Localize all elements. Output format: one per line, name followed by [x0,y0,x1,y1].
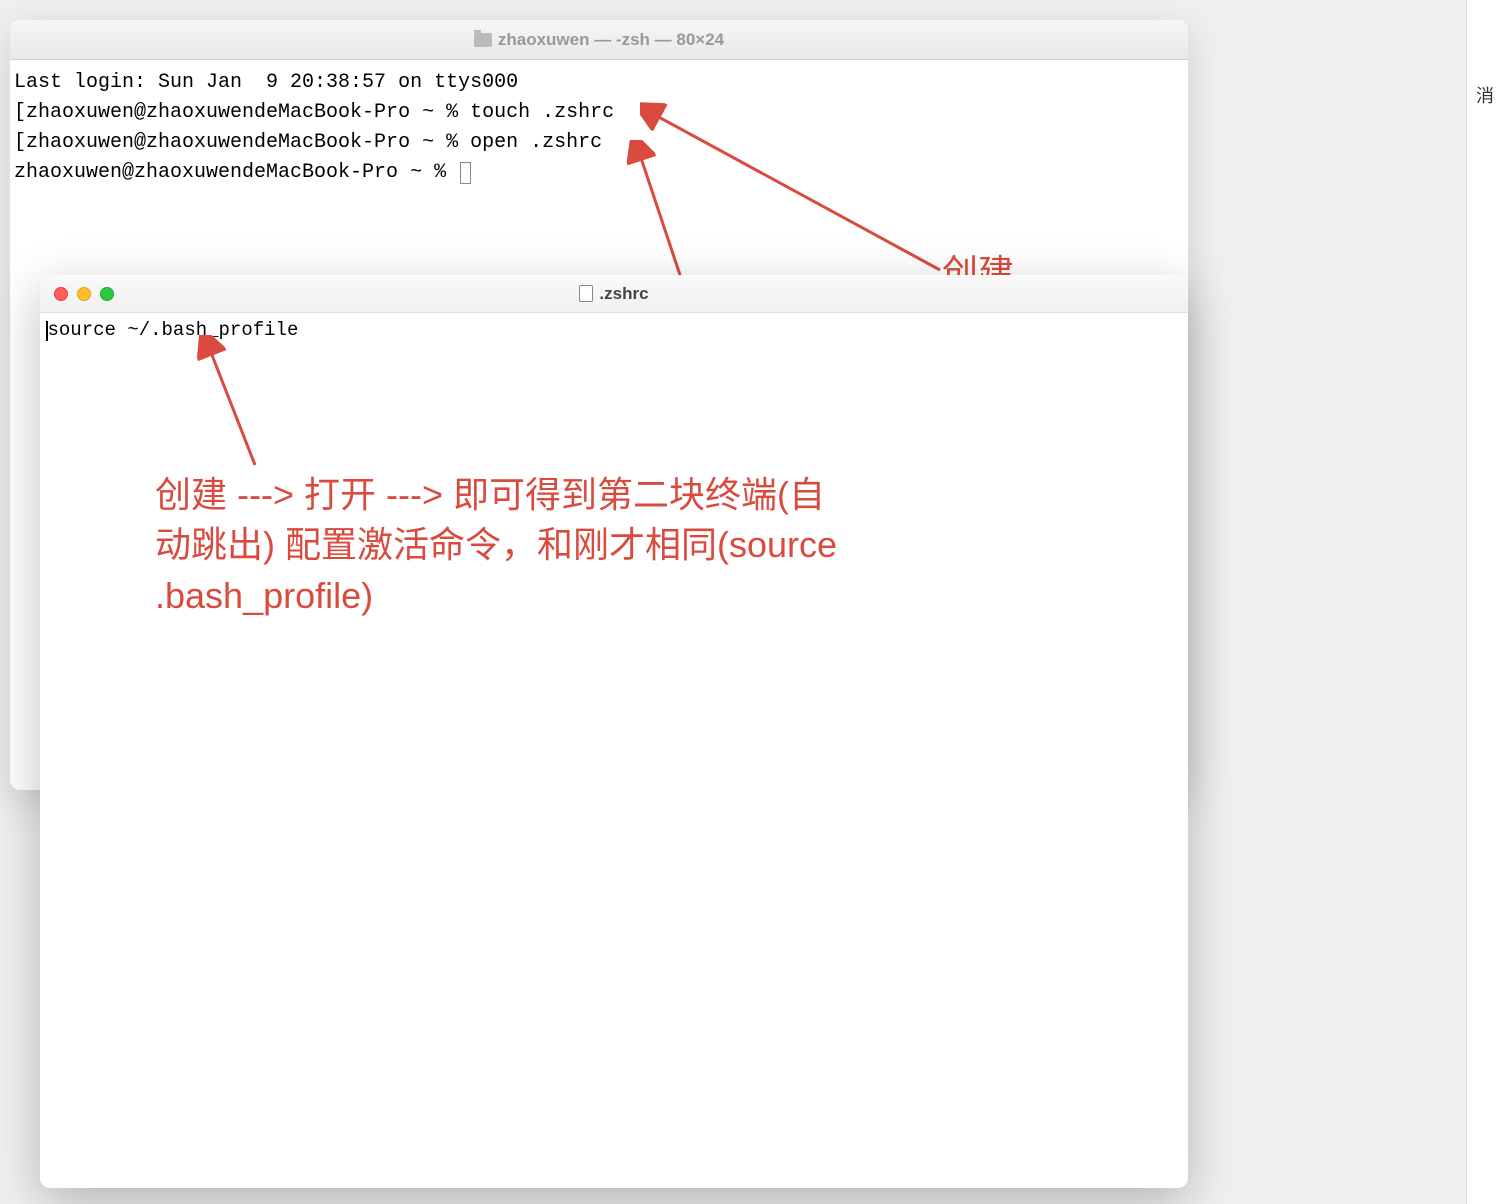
terminal-line: zhaoxuwen@zhaoxuwendeMacBook-Pro ~ % [14,158,1184,188]
editor-title-text: .zshrc [599,284,648,304]
terminal-content[interactable]: Last login: Sun Jan 9 20:38:57 on ttys00… [10,60,1188,196]
annotation-explanation: 创建 ---> 打开 ---> 即可得到第二块终端(自动跳出) 配置激活命令，和… [155,470,855,621]
maximize-button[interactable] [100,287,114,301]
terminal-line: [zhaoxuwen@zhaoxuwendeMacBook-Pro ~ % op… [14,128,1184,158]
arrow-explanation [195,335,275,475]
close-button[interactable] [54,287,68,301]
traffic-lights [54,287,114,301]
document-icon [579,285,593,302]
terminal-title-bar[interactable]: zhaoxuwen — -zsh — 80×24 [10,20,1188,60]
partial-text: 消 [1476,82,1494,108]
terminal-title-text: zhaoxuwen — -zsh — 80×24 [498,30,724,50]
terminal-line: [zhaoxuwen@zhaoxuwendeMacBook-Pro ~ % to… [14,98,1184,128]
terminal-line: Last login: Sun Jan 9 20:38:57 on ttys00… [14,68,1184,98]
minimize-button[interactable] [77,287,91,301]
editor-title: .zshrc [579,284,648,304]
editor-title-bar[interactable]: .zshrc [40,275,1188,313]
cursor-icon [460,162,471,184]
terminal-title: zhaoxuwen — -zsh — 80×24 [474,30,724,50]
folder-icon [474,33,492,47]
background-panel: 消 [1466,0,1496,1204]
